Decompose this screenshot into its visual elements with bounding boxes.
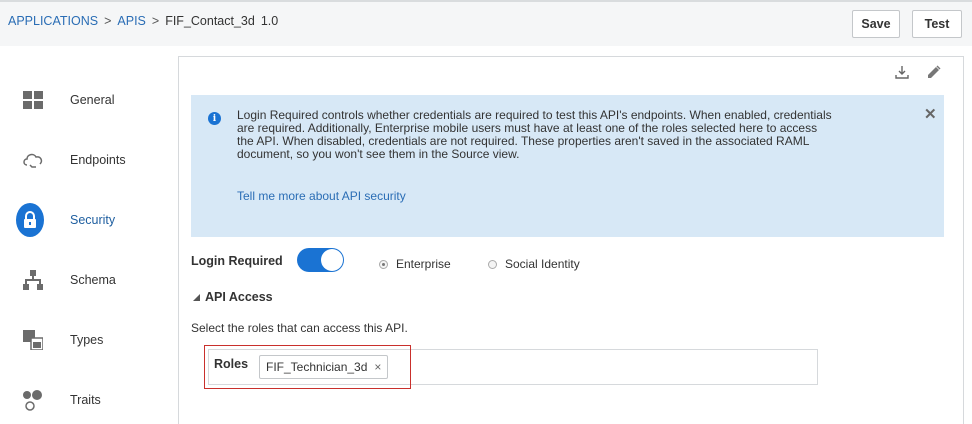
download-icon[interactable] <box>895 65 909 79</box>
roles-highlight-box <box>204 345 411 389</box>
info-message: i Login Required controls whether creden… <box>191 95 944 237</box>
sidebar-item-types[interactable]: Types <box>0 310 170 370</box>
grid-icon <box>22 89 44 111</box>
sidebar-item-label: Schema <box>70 273 116 287</box>
cloud-link-icon <box>22 149 44 171</box>
sidebar-item-label: Endpoints <box>70 153 126 167</box>
header-bar: APPLICATIONS > APIS > FIF_Contact_3d 1.0… <box>0 0 972 46</box>
lock-icon <box>16 203 44 237</box>
radio-enterprise[interactable]: Enterprise <box>379 257 451 271</box>
sidebar-item-schema[interactable]: Schema <box>0 250 170 310</box>
info-icon: i <box>208 112 221 125</box>
sidebar-item-security[interactable]: Security <box>0 190 170 250</box>
api-version: 1.0 <box>260 14 279 28</box>
breadcrumb-current-api: FIF_Contact_3d <box>165 14 255 28</box>
info-message-text: Login Required controls whether credenti… <box>237 108 832 161</box>
toggle-knob <box>321 249 343 271</box>
save-button[interactable]: Save <box>852 10 900 38</box>
hierarchy-icon <box>22 269 44 291</box>
breadcrumb-applications-link[interactable]: APPLICATIONS <box>8 14 98 28</box>
collapse-caret-icon <box>193 293 200 301</box>
edit-icon[interactable] <box>927 65 941 79</box>
radio-label: Enterprise <box>396 257 451 271</box>
api-access-section-toggle[interactable]: API Access <box>193 290 273 304</box>
sidebar-item-label: Types <box>70 333 104 347</box>
breadcrumb-separator: > <box>104 14 112 28</box>
api-security-help-link[interactable]: Tell me more about API security <box>237 189 406 203</box>
breadcrumb-separator: > <box>151 14 160 28</box>
login-required-label: Login Required <box>191 254 283 268</box>
sidebar-item-endpoints[interactable]: Endpoints <box>0 130 170 190</box>
traits-icon <box>22 389 44 411</box>
sidebar-item-traits[interactable]: Traits <box>0 370 170 424</box>
security-panel: i Login Required controls whether creden… <box>178 56 964 424</box>
sidebar-item-label: General <box>70 93 115 107</box>
breadcrumb-apis-link[interactable]: APIS <box>117 14 146 28</box>
radio-dot-checked <box>379 259 388 269</box>
section-title: API Access <box>205 290 273 304</box>
select-roles-instruction: Select the roles that can access this AP… <box>191 321 408 335</box>
types-icon <box>22 329 44 351</box>
sidebar-item-label: Traits <box>70 393 101 407</box>
test-button[interactable]: Test <box>912 10 962 38</box>
close-icon[interactable]: ✕ <box>924 105 937 123</box>
radio-dot <box>488 259 497 269</box>
sidebar-item-label: Security <box>70 213 116 227</box>
login-required-toggle[interactable] <box>297 248 344 272</box>
radio-label: Social Identity <box>505 257 580 271</box>
sidebar-item-general[interactable]: General <box>0 70 170 130</box>
breadcrumb: APPLICATIONS > APIS > FIF_Contact_3d 1.0 <box>8 14 278 28</box>
radio-social-identity[interactable]: Social Identity <box>488 257 580 271</box>
